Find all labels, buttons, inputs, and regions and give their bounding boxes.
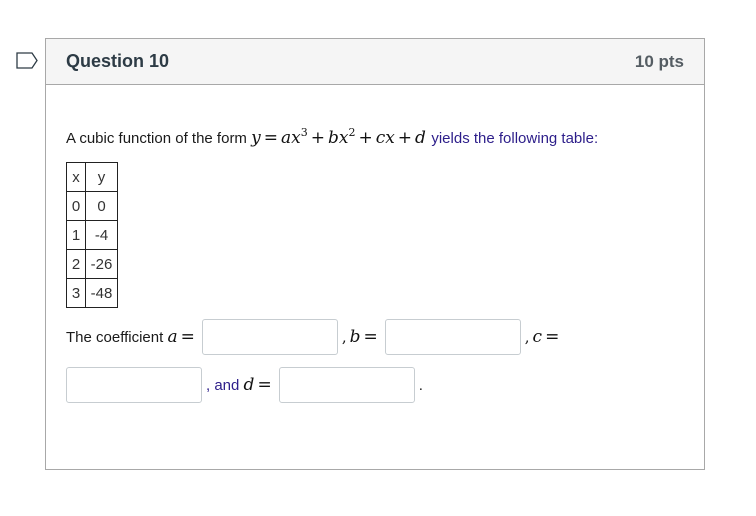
xy-table: x y 0 0 1 -4 2 -26 3 -48: [66, 162, 118, 308]
cell-y: -48: [85, 278, 118, 308]
cell-x: 3: [66, 278, 86, 308]
label-a: a =: [167, 327, 195, 347]
header-x: x: [66, 162, 86, 192]
cell-x: 0: [66, 191, 86, 221]
separator-d: , and: [206, 376, 240, 394]
label-c: c =: [532, 327, 560, 347]
cell-y: -26: [85, 249, 118, 279]
label-b: b =: [349, 327, 378, 347]
cell-y: 0: [85, 191, 118, 221]
question-header: Question 10 10 pts: [46, 39, 704, 85]
intro-suffix: yields the following table:: [431, 130, 599, 147]
table-row: 0 0: [66, 191, 118, 221]
table-row: 3 -48: [66, 278, 118, 308]
coefficient-a-input[interactable]: [201, 319, 338, 355]
table-header-row: x y: [66, 162, 118, 192]
question-points: 10 pts: [634, 52, 684, 71]
coefficient-d-input[interactable]: [278, 367, 415, 403]
separator-b: ,: [341, 328, 347, 346]
question-card: Question 10 10 pts A cubic function of t…: [45, 38, 705, 470]
table-row: 1 -4: [66, 220, 118, 250]
cell-x: 2: [66, 249, 86, 279]
label-d: d =: [243, 375, 272, 395]
coefficient-b-input[interactable]: [384, 319, 521, 355]
cell-x: 1: [66, 220, 86, 250]
question-title: Question 10: [66, 51, 170, 71]
intro-text: A cubic function of the form: [66, 130, 247, 147]
answer-prompt: The coefficient: [66, 328, 164, 346]
table-row: 2 -26: [66, 249, 118, 279]
question-text: A cubic function of the form y = ax3 + bx2 + c…: [66, 127, 598, 150]
answer-row-2: , and d = .: [66, 367, 423, 403]
cell-y: -4: [85, 220, 118, 250]
separator-c: ,: [524, 328, 530, 346]
period: .: [418, 376, 423, 394]
header-y: y: [85, 162, 118, 192]
answer-row-1: The coefficient a = , b = , c =: [66, 319, 562, 355]
cubic-equation: y = ax3 + bx2 + cx + d: [251, 126, 426, 148]
coefficient-c-input[interactable]: [66, 367, 202, 403]
flag-question-icon[interactable]: [16, 52, 38, 69]
